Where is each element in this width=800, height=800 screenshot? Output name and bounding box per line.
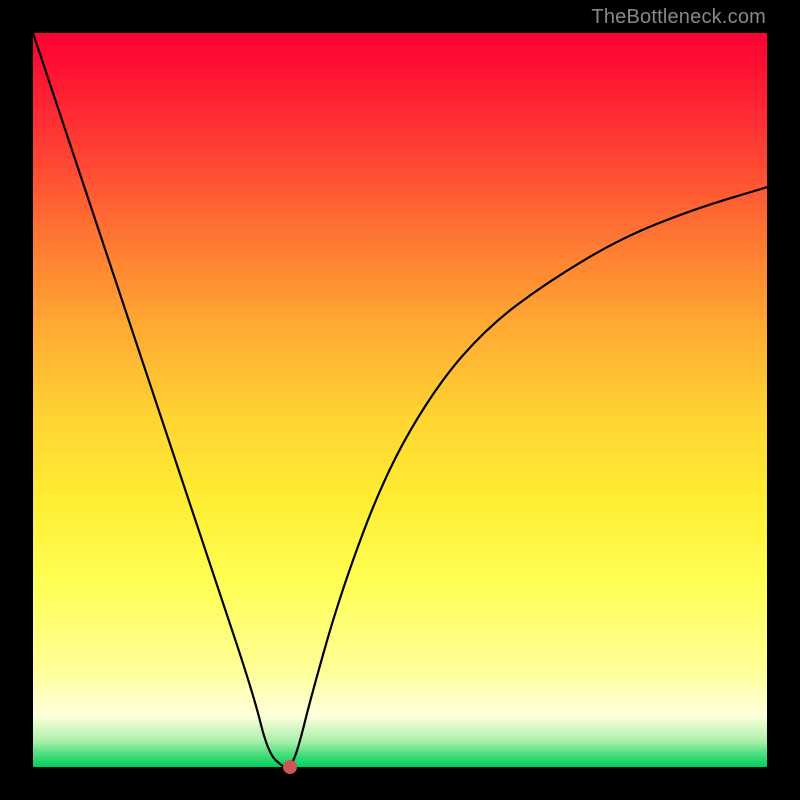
bottleneck-curve bbox=[33, 33, 767, 767]
watermark-text: TheBottleneck.com bbox=[591, 6, 766, 29]
optimum-marker bbox=[283, 760, 297, 774]
